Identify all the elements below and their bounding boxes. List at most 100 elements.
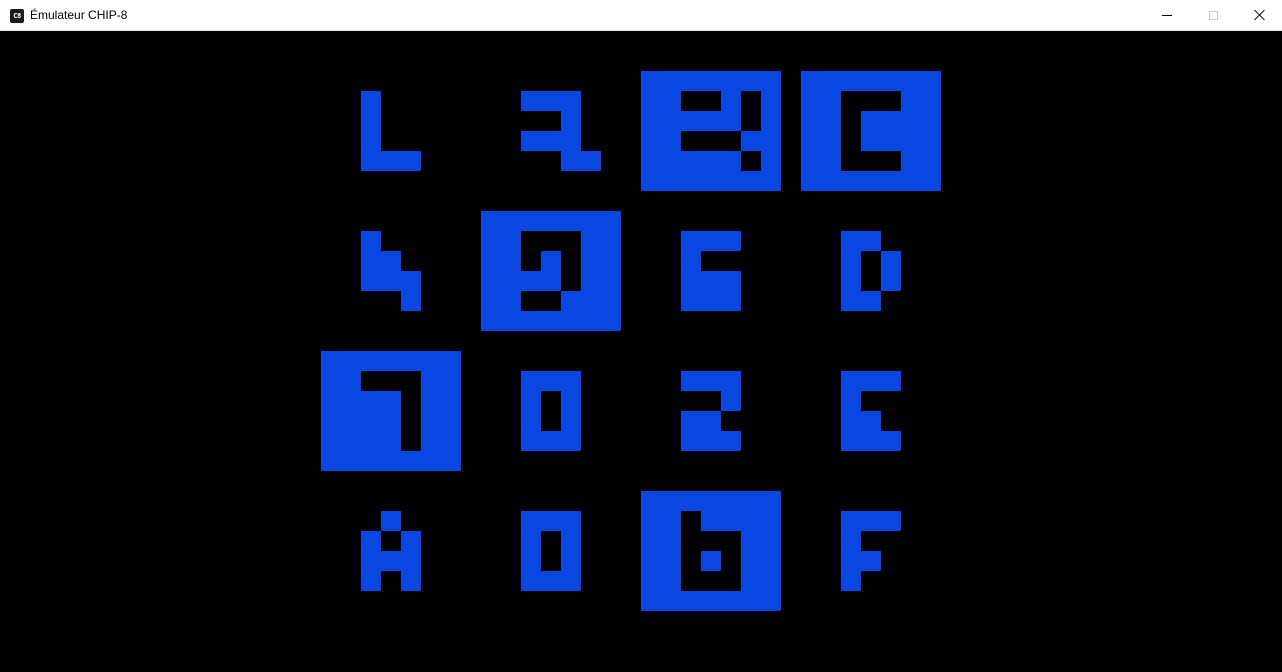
glyph-pixel bbox=[701, 571, 721, 591]
glyph-pixel bbox=[561, 371, 581, 391]
glyph-pixel bbox=[561, 511, 581, 531]
glyph-pixel bbox=[841, 231, 861, 251]
glyph-pixel bbox=[861, 411, 881, 431]
keypad-key-8[interactable]: 8 bbox=[481, 351, 621, 471]
key-highlight bbox=[321, 351, 461, 471]
glyph-pixel bbox=[521, 251, 541, 271]
glyph-pixel bbox=[881, 511, 901, 531]
glyph-pixel bbox=[561, 91, 581, 111]
key-glyph-e: E bbox=[801, 351, 901, 451]
glyph-pixel bbox=[721, 271, 741, 291]
title-bar[interactable]: C8 Émulateur CHIP-8 bbox=[0, 0, 1282, 31]
keypad-key-1[interactable]: 1 bbox=[321, 71, 461, 191]
glyph-pixel bbox=[841, 431, 861, 451]
glyph-pixel bbox=[841, 151, 861, 171]
glyph-pixel bbox=[401, 371, 421, 391]
key-glyph-1: 1 bbox=[361, 91, 421, 171]
close-icon bbox=[1253, 9, 1265, 21]
glyph-pixel bbox=[521, 551, 541, 571]
glyph-pixel bbox=[681, 551, 701, 571]
glyph-pixel bbox=[561, 231, 581, 251]
glyph-pixel bbox=[561, 111, 581, 131]
glyph-pixel bbox=[881, 371, 901, 391]
glyph-pixel bbox=[541, 571, 561, 591]
glyph-pixel bbox=[401, 571, 421, 591]
glyph-pixel bbox=[541, 431, 561, 451]
glyph-pixel bbox=[681, 271, 701, 291]
glyph-pixel bbox=[721, 391, 741, 411]
key-label: 0 bbox=[481, 491, 482, 492]
glyph-pixel bbox=[381, 151, 401, 171]
glyph-pixel bbox=[361, 131, 381, 151]
glyph-pixel bbox=[361, 151, 381, 171]
glyph-pixel bbox=[721, 371, 741, 391]
glyph-pixel bbox=[681, 291, 701, 311]
glyph-pixel bbox=[521, 571, 541, 591]
key-label: F bbox=[801, 491, 802, 492]
glyph-pixel bbox=[881, 91, 901, 111]
glyph-pixel bbox=[861, 371, 881, 391]
glyph-pixel bbox=[681, 371, 701, 391]
key-highlight bbox=[481, 211, 621, 331]
glyph-pixel bbox=[561, 151, 581, 171]
glyph-pixel bbox=[381, 271, 401, 291]
keypad-key-5[interactable]: 5 bbox=[481, 211, 621, 331]
glyph-pixel bbox=[681, 231, 701, 251]
glyph-pixel bbox=[541, 511, 561, 531]
keypad-key-7[interactable]: 7 bbox=[321, 351, 461, 471]
glyph-pixel bbox=[841, 271, 861, 291]
glyph-pixel bbox=[841, 551, 861, 571]
glyph-pixel bbox=[561, 571, 581, 591]
key-glyph-d: D bbox=[841, 231, 901, 311]
key-highlight bbox=[801, 71, 941, 191]
glyph-pixel bbox=[841, 391, 861, 411]
glyph-pixel bbox=[721, 431, 741, 451]
keypad-key-3[interactable]: 3 bbox=[641, 71, 781, 191]
keypad-key-9[interactable]: 9 bbox=[641, 351, 781, 471]
keypad-key-e[interactable]: E bbox=[801, 351, 941, 471]
glyph-pixel bbox=[681, 131, 701, 151]
glyph-pixel bbox=[741, 91, 761, 111]
glyph-pixel bbox=[701, 291, 721, 311]
glyph-pixel bbox=[701, 411, 721, 431]
glyph-pixel bbox=[841, 371, 861, 391]
keypad-key-4[interactable]: 4 bbox=[321, 211, 461, 331]
keypad-key-b[interactable]: B bbox=[641, 491, 781, 611]
glyph-pixel bbox=[861, 91, 881, 111]
keypad-key-0[interactable]: 0 bbox=[481, 491, 621, 611]
keypad-key-a[interactable]: A bbox=[321, 491, 461, 611]
keypad-key-f[interactable]: F bbox=[801, 491, 941, 611]
glyph-pixel bbox=[381, 251, 401, 271]
keypad-key-d[interactable]: D bbox=[801, 211, 941, 331]
glyph-pixel bbox=[841, 531, 861, 551]
glyph-pixel bbox=[841, 571, 861, 591]
minimize-button[interactable] bbox=[1144, 0, 1190, 30]
maximize-icon bbox=[1208, 10, 1218, 20]
glyph-pixel bbox=[521, 231, 541, 251]
key-label: E bbox=[801, 351, 802, 352]
glyph-pixel bbox=[841, 131, 861, 151]
chip8-app-icon: C8 bbox=[10, 9, 24, 23]
keypad-key-c[interactable]: C bbox=[801, 71, 941, 191]
window-title: Émulateur CHIP-8 bbox=[30, 8, 128, 22]
glyph-pixel bbox=[521, 371, 541, 391]
glyph-pixel bbox=[401, 551, 421, 571]
glyph-pixel bbox=[521, 291, 541, 311]
chip8-display[interactable]: 1 2 3C 4 5 6 D 7 8 9 E A 0 B F bbox=[0, 31, 1282, 672]
glyph-pixel bbox=[721, 131, 741, 151]
keypad-key-2[interactable]: 2 bbox=[481, 71, 621, 191]
keypad-key-6[interactable]: 6 bbox=[641, 211, 781, 331]
glyph-pixel bbox=[681, 251, 701, 271]
key-glyph-b: B bbox=[641, 491, 781, 611]
key-glyph-f: F bbox=[801, 491, 901, 591]
glyph-pixel bbox=[861, 231, 881, 251]
close-button[interactable] bbox=[1236, 0, 1282, 30]
glyph-pixel bbox=[561, 271, 581, 291]
glyph-pixel bbox=[561, 551, 581, 571]
glyph-pixel bbox=[721, 531, 741, 551]
glyph-pixel bbox=[361, 251, 381, 271]
key-glyph-6: 6 bbox=[681, 231, 741, 311]
maximize-button[interactable] bbox=[1190, 0, 1236, 30]
glyph-pixel bbox=[741, 151, 761, 171]
glyph-pixel bbox=[681, 91, 701, 111]
